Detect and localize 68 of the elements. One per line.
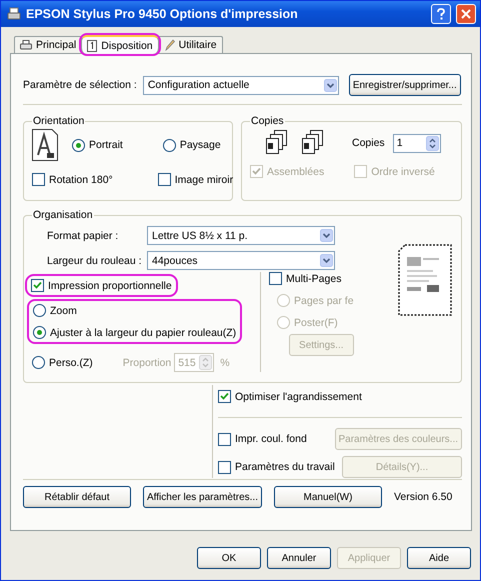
checkbox-label: Image miroir xyxy=(174,174,234,186)
help-button[interactable] xyxy=(431,4,451,24)
radio-label: Portrait xyxy=(89,139,123,151)
check-icon xyxy=(251,166,262,177)
tab[interactable]: Utilitaire xyxy=(158,36,223,53)
radio-button[interactable] xyxy=(32,356,45,369)
radio-button[interactable] xyxy=(33,304,46,317)
checkbox-label: Paramètres du travail xyxy=(235,461,335,473)
checkbox[interactable] xyxy=(218,432,231,446)
page-preview-icon xyxy=(397,243,453,317)
button[interactable]: OK xyxy=(197,547,261,569)
button[interactable]: Manuel(W) xyxy=(274,486,382,508)
checkbox-label: Multi-Pages xyxy=(286,272,342,284)
radio-label: Pages par fe xyxy=(294,294,354,306)
page-icon xyxy=(87,40,98,52)
tab[interactable]: Principal xyxy=(14,36,82,53)
window-title: EPSON Stylus Pro 9450 Options d'impression xyxy=(26,7,299,21)
button[interactable]: Annuler xyxy=(267,547,331,569)
help-icon xyxy=(436,8,446,20)
page-icon xyxy=(32,129,58,161)
field-label: Copies xyxy=(352,137,385,149)
field-label: Proportion xyxy=(122,356,172,368)
group-title: Copies xyxy=(250,115,285,127)
checkbox[interactable] xyxy=(218,390,231,403)
printer-icon xyxy=(7,7,21,21)
checkbox[interactable] xyxy=(218,460,231,474)
button[interactable]: Afficher les paramètres... xyxy=(143,486,262,508)
checkbox[interactable] xyxy=(32,173,45,186)
tab[interactable]: Disposition xyxy=(81,35,159,54)
checkbox-label: Optimiser l'agrandissement xyxy=(235,390,362,402)
pencil-icon xyxy=(164,39,175,51)
close-icon xyxy=(461,9,471,19)
radio-button[interactable] xyxy=(72,138,85,152)
unit-label: % xyxy=(220,356,230,368)
field-label: Largeur du rouleau : xyxy=(47,254,143,266)
radio-button[interactable] xyxy=(33,326,46,339)
check-icon xyxy=(219,391,230,402)
checkbox-label: Assemblées xyxy=(267,166,324,178)
radio-label: Paysage xyxy=(180,139,221,151)
close-button[interactable] xyxy=(456,4,476,24)
button[interactable]: Enregistrer/supprimer... xyxy=(348,74,461,96)
radio-label: Zoom xyxy=(50,304,77,316)
radio-label: Perso.(Z) xyxy=(49,356,93,368)
number-field[interactable]: 1 xyxy=(392,134,441,152)
spin-arrows-icon xyxy=(199,355,212,370)
dropdown[interactable]: 44pouces xyxy=(147,251,335,270)
dropdown[interactable]: Configuration actuelle xyxy=(142,76,339,94)
group-title: Organisation xyxy=(32,209,94,221)
checkbox[interactable] xyxy=(31,279,44,292)
printer-icon xyxy=(20,40,32,50)
checkbox[interactable] xyxy=(158,173,171,186)
version-label: Version 6.50 xyxy=(394,491,452,503)
check-icon xyxy=(32,280,43,291)
checkbox-label: Rotation 180° xyxy=(49,174,113,186)
radio-label: Poster(F) xyxy=(294,316,338,328)
radio-label: Ajuster à la largeur du papier rouleau(Z) xyxy=(50,326,236,338)
field-label: Format papier : xyxy=(47,230,120,242)
checkbox[interactable] xyxy=(269,272,282,285)
spin-arrows-icon xyxy=(426,136,439,150)
group-title: Orientation xyxy=(32,115,86,127)
checkbox-label: Impr. coul. fond xyxy=(235,433,307,445)
field-label: Paramètre de sélection : xyxy=(23,79,137,91)
dropdown[interactable]: Lettre US 8½ x 11 p. xyxy=(147,226,335,245)
button[interactable]: Aide xyxy=(407,547,471,569)
button[interactable]: Rétablir défaut xyxy=(23,486,131,508)
radio-button[interactable] xyxy=(162,138,176,152)
checkbox-label: Impression proportionnelle xyxy=(48,280,172,292)
checkbox-label: Ordre inversé xyxy=(371,166,435,178)
